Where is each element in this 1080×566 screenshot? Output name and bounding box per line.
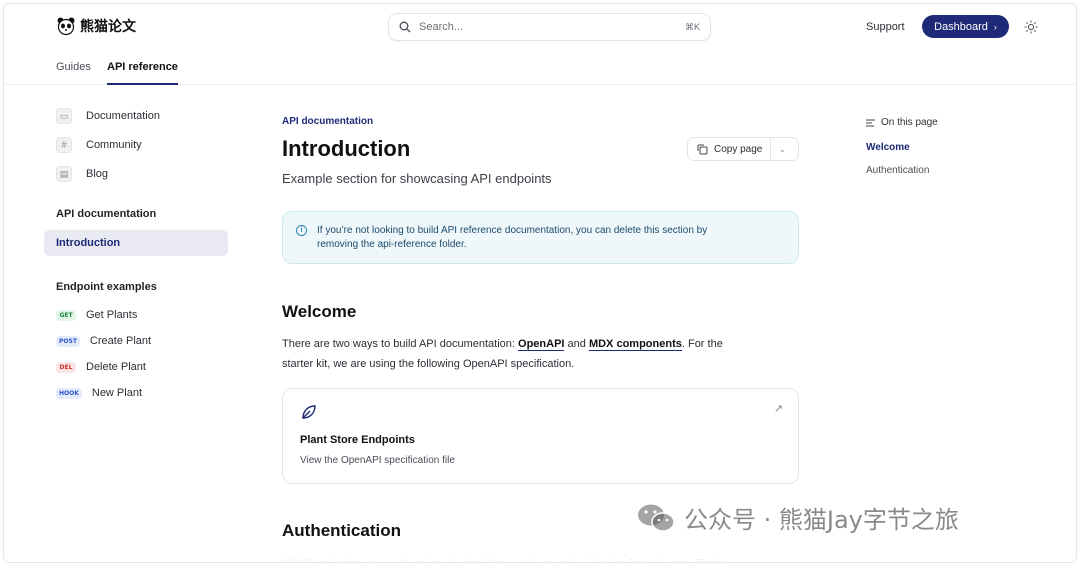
copy-icon [697,144,708,154]
info-icon: i [296,225,307,236]
site-logo[interactable]: 熊猫论文 [56,16,136,36]
method-badge: HOOK [56,387,82,399]
sidebar-item-label: Introduction [56,237,121,249]
welcome-paragraph: There are two ways to build API document… [282,334,802,374]
copy-page-button[interactable]: Copy page [688,138,772,160]
endpoint-label: Create Plant [89,335,152,347]
dashboard-button[interactable]: Dashboard › [922,15,1009,38]
section-heading-authentication: Authentication [282,521,401,540]
wechat-icon [638,504,675,532]
method-badge: POST [56,335,80,347]
plant-store-endpoints-card[interactable]: ↗ Plant Store Endpoints View the OpenAPI… [282,388,799,484]
sidebar-endpoint-get-plants[interactable]: GET Get Plants [56,309,137,321]
search-icon [399,21,411,33]
endpoint-label: Delete Plant [86,361,146,373]
book-icon: ▭ [56,108,72,124]
openapi-link[interactable]: OpenAPI [518,338,565,351]
toc-heading: On this page [866,117,938,128]
endpoint-label: Get Plants [86,309,138,321]
sidebar-endpoint-create-plant[interactable]: POST Create Plant [56,335,151,347]
callout-line-1: If you’re not looking to build API refer… [317,225,708,236]
toc-item-authentication[interactable]: Authentication [866,165,929,176]
text: and [564,338,589,350]
page-title: Introduction [282,136,411,161]
mdx-components-link[interactable]: MDX components [588,338,682,351]
copy-page-label: Copy page [714,143,763,155]
list-icon [866,119,875,126]
text: There are two ways to build API document… [282,338,519,350]
leaf-icon [302,405,316,419]
panda-logo-icon [57,17,75,36]
watermark-text: 公众号 · 熊猫Jay字节之旅 [684,506,959,534]
external-arrow-icon: ↗ [773,403,783,415]
card-description: View the OpenAPI specification file [300,455,455,466]
sidebar-link-label: Documentation [86,110,160,122]
tab-api-reference[interactable]: API reference [107,61,178,85]
page-eyebrow: API documentation [282,116,374,127]
text: . For the [681,338,723,350]
chevron-right-icon: › [993,21,997,32]
dashboard-label: Dashboard [934,20,988,33]
nav-tabs: Guides API reference [4,52,1076,85]
sidebar-link-documentation[interactable]: ▭ Documentation [56,108,160,124]
section-heading-welcome: Welcome [282,302,357,321]
card-title: Plant Store Endpoints [300,434,415,446]
method-badge: GET [56,309,76,321]
method-badge: DEL [56,361,76,373]
sidebar-section-title: API documentation [56,208,157,220]
sidebar-endpoint-delete-plant[interactable]: DEL Delete Plant [56,361,146,373]
chevron-down-icon[interactable]: ⌄ [771,144,793,155]
search-shortcut: ⌘K [684,21,700,32]
newspaper-icon: ▤ [56,166,72,182]
toc-heading-label: On this page [881,117,938,128]
toc-item-welcome[interactable]: Welcome [866,142,910,153]
search-bar[interactable]: Search... ⌘K [388,13,711,41]
text: starter kit, we are using the following … [282,358,575,370]
support-link[interactable]: Support [866,21,905,33]
sidebar-link-label: Blog [86,168,109,180]
sidebar-section-title: Endpoint examples [56,281,157,293]
slack-icon: # [56,137,72,153]
tab-guides[interactable]: Guides [56,61,91,73]
app-window: 熊猫论文 Search... ⌘K Support Dashboard › Gu… [3,3,1077,563]
bottom-fade [4,542,1076,562]
sidebar-link-community[interactable]: # Community [56,137,142,153]
top-bar: 熊猫论文 Search... ⌘K Support Dashboard › [4,4,1076,52]
watermark: 公众号 · 熊猫Jay字节之旅 [636,500,959,535]
sidebar-link-blog[interactable]: ▤ Blog [56,166,108,182]
sidebar-endpoint-new-plant[interactable]: HOOK New Plant [56,387,142,399]
endpoint-label: New Plant [91,387,143,399]
info-callout: i If you’re not looking to build API ref… [282,211,799,264]
sidebar-item-introduction[interactable]: Introduction [44,230,228,256]
theme-toggle-sun-icon[interactable] [1024,20,1038,34]
logo-text: 熊猫论文 [80,18,136,34]
copy-page-control: Copy page ⌄ [687,137,799,161]
search-placeholder: Search... [419,21,464,33]
callout-line-2: removing the api-reference folder. [317,239,467,250]
page-subtitle: Example section for showcasing API endpo… [282,171,552,186]
sidebar-link-label: Community [86,139,142,151]
